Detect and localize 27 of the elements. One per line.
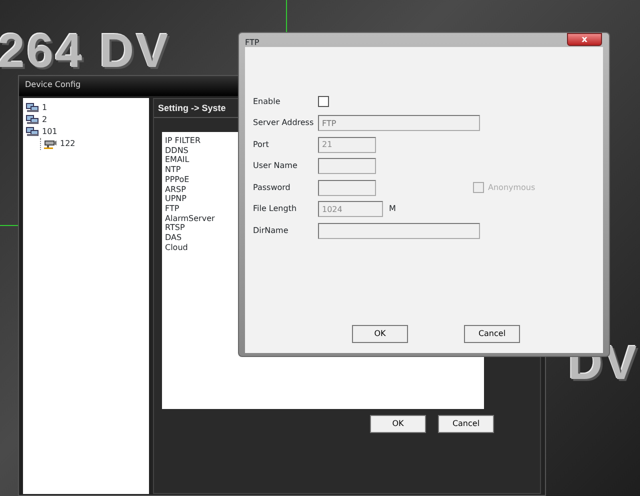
input-field[interactable] [318,158,376,174]
checkbox-label: Anonymous [488,182,536,194]
field-label: User Name [253,160,298,172]
field-label: File Length [253,203,298,216]
tree-item[interactable]: 101 [42,126,58,138]
close-button[interactable]: x [567,33,602,46]
dialog-title: FTP [245,37,260,49]
computers-icon [26,103,39,113]
computers-icon [26,127,39,137]
cancel-button[interactable]: Cancel [438,415,494,433]
unit-label: M [389,203,396,216]
checkbox[interactable] [318,96,329,108]
input-field[interactable] [318,180,376,196]
ok-button[interactable]: OK [370,415,426,433]
camera-icon [44,139,57,149]
tree-item[interactable]: 1 [42,102,48,114]
input-field[interactable]: FTP [318,115,480,132]
tree-item[interactable]: 2 [42,114,48,126]
ok-button[interactable]: OK [352,325,408,343]
input-field[interactable] [318,222,480,239]
field-label: DirName [253,224,290,237]
field-label: Password [253,182,292,194]
field-label: Port [253,138,270,151]
field-label: Server Address [253,117,315,130]
tree-item[interactable]: 122 [60,138,76,150]
cancel-button[interactable]: Cancel [464,325,520,343]
computers-icon [26,115,39,125]
